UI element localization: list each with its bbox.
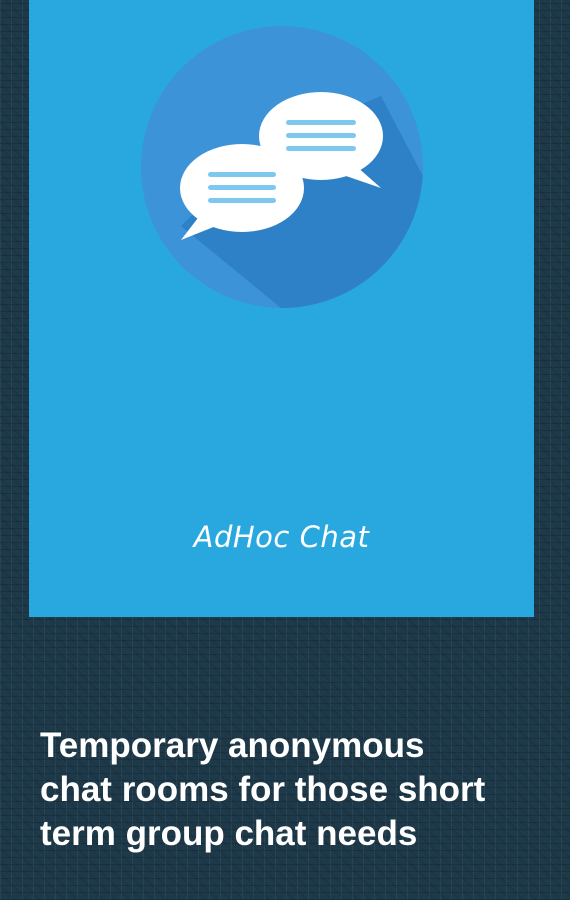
- promo-tagline: Temporary anonymous chat rooms for those…: [40, 726, 486, 853]
- chat-bubbles-icon: [141, 26, 423, 308]
- app-screenshot-panel: AdHoc Chat: [29, 0, 534, 617]
- app-name: AdHoc Chat: [193, 520, 370, 554]
